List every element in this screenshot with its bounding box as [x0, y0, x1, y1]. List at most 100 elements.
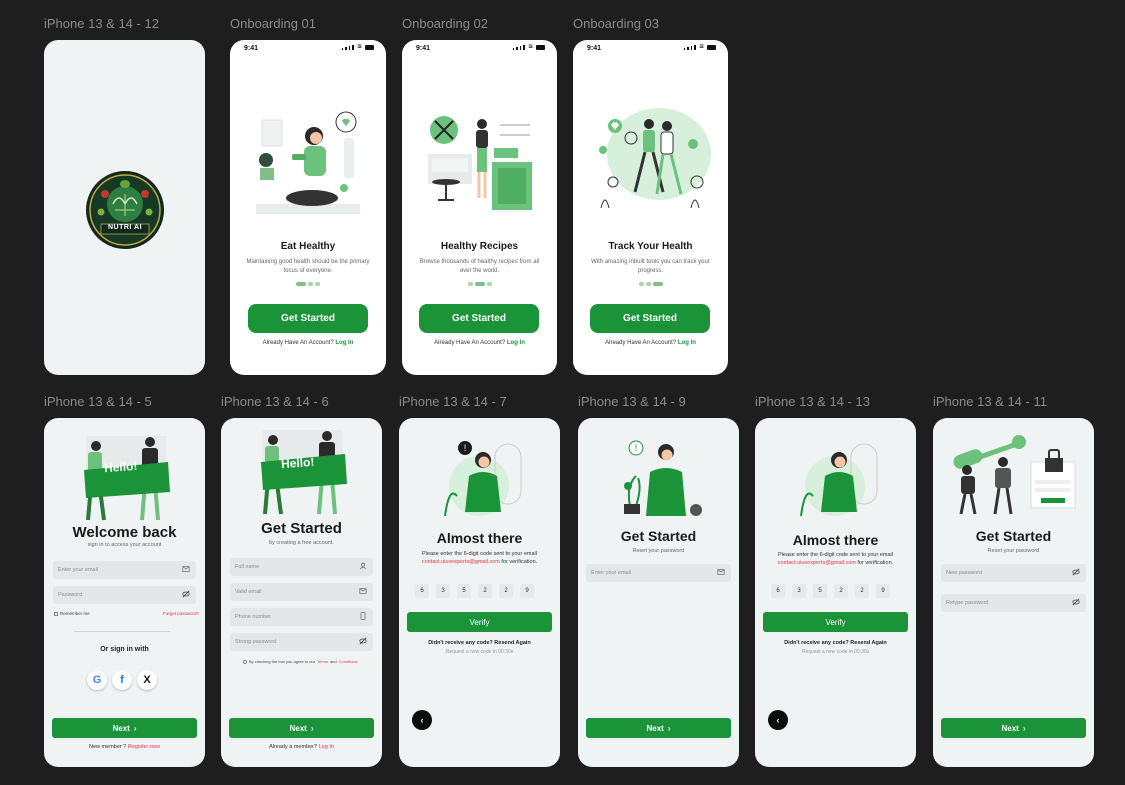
verify-button[interactable]: Verify — [763, 612, 908, 632]
google-signin-button[interactable]: G — [87, 670, 107, 690]
reset-illustration: ! — [624, 440, 702, 516]
next-button-label: Next — [646, 723, 664, 733]
code-digit-input[interactable]: 9 — [876, 584, 890, 598]
login-prompt: Already Have An Account? Log In — [230, 340, 386, 346]
x-signin-button[interactable]: X — [137, 670, 157, 690]
code-digit-input[interactable]: 5 — [813, 584, 827, 598]
svg-text:!: ! — [635, 443, 638, 453]
mail-icon — [359, 588, 367, 594]
password-placeholder: Strong password — [235, 639, 277, 645]
page-dot — [645, 282, 651, 286]
email-field[interactable]: Valid email — [230, 583, 373, 601]
code-digit-input[interactable]: 5 — [457, 584, 471, 598]
page-subtitle: sign in to access your account — [87, 542, 162, 548]
chevron-right-icon: › — [310, 723, 314, 733]
back-button[interactable]: ‹ — [412, 710, 432, 730]
login-link[interactable]: Log In — [507, 340, 525, 346]
back-button[interactable]: ‹ — [768, 710, 788, 730]
code-digit-input[interactable]: 9 — [520, 584, 534, 598]
eye-off-icon[interactable] — [182, 590, 190, 598]
chevron-right-icon: › — [133, 723, 137, 733]
forgot-password-link[interactable]: Forget password? — [163, 611, 199, 616]
page-subtitle: Reset your password — [987, 548, 1040, 554]
login-link[interactable]: Log In — [678, 340, 696, 346]
resend-timer: Request a new code in 00:30s — [801, 649, 870, 655]
terms-checkbox[interactable] — [243, 659, 247, 664]
code-digit-input[interactable]: 3 — [436, 584, 450, 598]
next-button-label: Next — [112, 723, 130, 733]
page-dot-active — [474, 282, 485, 286]
page-dot — [308, 282, 313, 286]
register-link[interactable]: Register now — [128, 744, 160, 750]
page-dot-active — [296, 282, 306, 286]
status-bar: 9:41 ≋ — [573, 40, 728, 56]
eye-off-icon[interactable] — [359, 637, 367, 645]
onboarding-3-screen: 9:41 ≋ Track Your Health With amazing in… — [573, 40, 728, 375]
almost-there-illustration — [800, 443, 878, 517]
page-title: Almost there — [436, 530, 523, 546]
facebook-signin-button[interactable]: f — [112, 670, 132, 690]
page-subtitle: Reset your password — [632, 548, 685, 554]
full-name-field[interactable]: Full name — [230, 558, 373, 576]
new-password-screen: Get Started Reset your password New pass… — [933, 418, 1094, 767]
onboarding-1-screen: 9:41 ≋ Eat Healthy Maintaining good heal… — [230, 40, 386, 375]
remember-me[interactable]: Remember me — [54, 611, 90, 616]
phone-icon — [360, 612, 366, 620]
password-placeholder: Password — [58, 592, 83, 598]
hello-sign-text: Hello! — [103, 458, 138, 476]
get-started-button[interactable]: Get Started — [248, 304, 368, 333]
verification-message-suffix: for verification. — [857, 559, 894, 566]
next-button[interactable]: Next › — [52, 718, 197, 738]
verification-message: Please enter the 6-digit code sent to yo… — [413, 551, 546, 567]
password-field[interactable]: Strong password — [230, 633, 373, 651]
code-digit-input[interactable]: 2 — [855, 584, 869, 598]
remember-checkbox[interactable] — [54, 611, 58, 616]
page-indicator — [402, 282, 557, 286]
almost-there-illustration: ! — [444, 441, 522, 517]
page-title: Get Started — [261, 520, 342, 537]
login-link[interactable]: Log In — [319, 744, 334, 750]
frame-label-onboarding-3: Onboarding 03 — [573, 16, 660, 31]
new-password-field[interactable]: New password — [941, 564, 1086, 582]
verification-message: Please enter the 6-digit code sent to yo… — [769, 552, 902, 568]
eye-off-icon[interactable] — [1072, 598, 1080, 606]
terms-link[interactable]: Terms — [317, 659, 328, 664]
retype-password-field[interactable]: Retype password — [941, 594, 1086, 612]
resend-code-link[interactable]: Didn't receive any code? Resend Again — [399, 640, 560, 646]
login-link[interactable]: Log In — [335, 340, 353, 346]
eye-off-icon[interactable] — [1072, 568, 1080, 576]
next-button[interactable]: Next › — [229, 718, 374, 738]
password-field[interactable]: Password — [53, 586, 196, 604]
get-started-button[interactable]: Get Started — [419, 304, 539, 333]
status-bar: 9:41 ≋ — [402, 40, 557, 56]
track-health-illustration — [599, 108, 711, 209]
onboarding-title: Track Your Health — [608, 241, 693, 252]
get-started-button[interactable]: Get Started — [590, 304, 710, 333]
code-digit-input[interactable]: 2 — [478, 584, 492, 598]
conditions-link[interactable]: Conditions — [339, 659, 358, 664]
code-digit-input[interactable]: 6 — [415, 584, 429, 598]
or-sign-in-label: Or sign in with — [100, 646, 149, 653]
frame-label-splash: iPhone 13 & 14 - 12 — [44, 16, 159, 31]
frame-label-signup: iPhone 13 & 14 - 6 — [221, 394, 329, 409]
verify-button[interactable]: Verify — [407, 612, 552, 632]
resend-code-link[interactable]: Didn't receive any code? Resend Again — [755, 640, 916, 646]
chevron-right-icon: › — [1022, 723, 1026, 733]
terms-text: By checking the box you agree to our — [249, 659, 316, 664]
frame-label-login: iPhone 13 & 14 - 5 — [44, 394, 152, 409]
code-digit-input[interactable]: 3 — [792, 584, 806, 598]
next-button[interactable]: Next › — [941, 718, 1086, 738]
hello-illustration — [84, 436, 170, 521]
onboarding-2-screen: 9:41 ≋ Healthy Recipes Browse thousands … — [402, 40, 557, 375]
email-field[interactable]: Enter your email — [586, 564, 731, 582]
page-dot — [486, 282, 492, 286]
next-button[interactable]: Next › — [586, 718, 731, 738]
phone-field[interactable]: Phone number — [230, 608, 373, 626]
page-title: Get Started — [975, 528, 1052, 544]
login-prompt: Already Have An Account? Log In — [573, 340, 728, 346]
code-digit-input[interactable]: 2 — [499, 584, 513, 598]
code-digit-input[interactable]: 2 — [834, 584, 848, 598]
phone-placeholder: Phone number — [235, 614, 272, 620]
code-digit-input[interactable]: 6 — [771, 584, 785, 598]
email-field[interactable]: Enter your email — [53, 561, 196, 579]
